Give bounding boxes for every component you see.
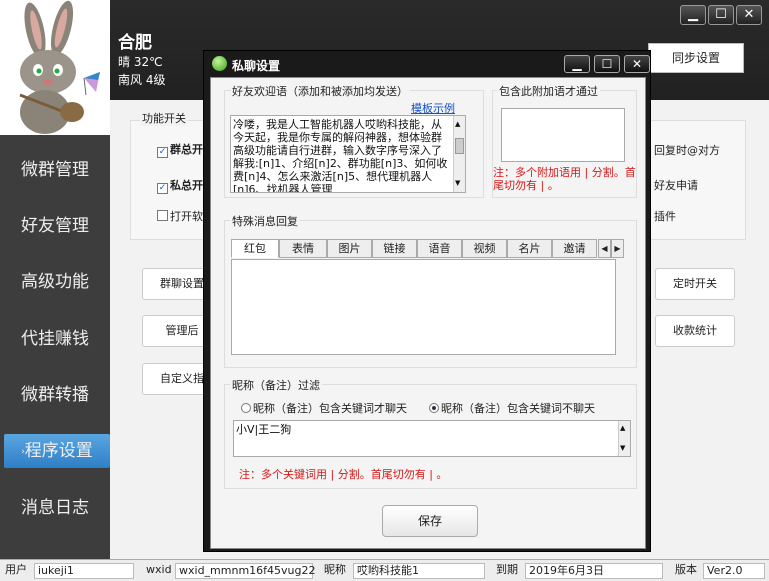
checkbox-empty-icon [157,210,168,221]
tab-emoji[interactable]: 表情 [279,239,327,258]
radio-exclude-chat[interactable]: 昵称（备注）包含关键词不聊天 [429,400,595,416]
sidebar-item-broadcast[interactable]: 微群转播 [0,375,110,415]
scroll-up-icon: ▲ [620,424,626,432]
user-label: 用户 [5,563,27,576]
welcome-scrollbar[interactable]: ▲ ▼ [453,116,465,192]
sidebar-item-group-manage[interactable]: 微群管理 [0,150,110,190]
dialog-maximize-button[interactable]: ☐ [594,55,620,73]
save-button[interactable]: 保存 [382,505,478,537]
user-value: iukeji1 [34,563,134,579]
addon-note: 注：多个附加语用 | 分割。首尾切勿有 | 。 [493,166,636,192]
dialog-close-button[interactable]: ✕ [624,55,650,73]
template-example-link[interactable]: 模板示例 [411,100,455,116]
wxid-label: wxid [146,563,172,576]
scroll-down-icon: ▼ [620,444,626,452]
payment-stats-button[interactable]: 收款统计 [655,315,735,347]
tab-image[interactable]: 图片 [327,239,372,258]
mascot-image [0,0,110,135]
nickname-value: 哎哟科技能1 [353,563,485,579]
tab-invite[interactable]: 邀请 [552,239,597,258]
expire-value: 2019年6月3日 [525,563,663,579]
tab-voice[interactable]: 语音 [417,239,462,258]
sidebar-item-friend-manage[interactable]: 好友管理 [0,206,110,246]
close-icon: ✕ [743,7,755,22]
sidebar: 微群管理 好友管理 高级功能 代挂赚钱 微群转播 ›程序设置 消息日志 [0,135,110,559]
close-button[interactable]: ✕ [736,5,762,25]
nickname-label: 昵称 [324,563,346,576]
scroll-up-icon: ▲ [455,120,461,128]
main-window: 合肥 晴 32℃ 南风 4级 ▁ ☐ ✕ 同步设置 微群管理 好友管理 高级功能… [0,0,769,581]
sync-settings-button[interactable]: 同步设置 [648,43,744,73]
addon-section-title: 包含此附加语才通过 [497,83,600,99]
weather-wind: 南风 4级 [118,73,166,87]
dialog-title: 私聊设置 [232,59,281,73]
sidebar-item-advanced[interactable]: 高级功能 [0,262,110,302]
radio-off-icon [241,403,251,413]
version-label: 版本 [675,563,697,576]
special-reply-title: 特殊消息回复 [230,213,300,229]
chevron-left-icon: ◀ [601,244,608,253]
minimize-icon: ▁ [688,7,698,22]
nickname-scrollbar[interactable]: ▲ ▼ [618,421,630,456]
special-reply-textarea[interactable] [231,259,616,355]
rabbit-mascot-icon [0,0,110,135]
special-tabs: 红包 表情 图片 链接 语音 视频 名片 邀请 ◀ ▶ [231,239,631,259]
nickname-note: 注：多个关键词用 | 分割。首尾切勿有 | 。 [239,468,448,481]
checkbox-checked-icon: ✓ [157,183,168,194]
chevron-right-icon: ▶ [614,244,621,253]
scroll-down-icon: ▼ [455,179,461,187]
private-chat-settings-dialog: 私聊设置 ▁ ☐ ✕ 好友欢迎语（添加和被添加均发送） 模板示例 冷喽，我是人工… [203,50,651,552]
open-soft-checkbox[interactable]: 打开软 [157,208,203,224]
nickname-filter-title: 昵称（备注）过滤 [230,377,322,393]
friend-request-option[interactable]: 好友申请 [654,177,698,193]
sidebar-item-label: 程序设置 [24,441,93,461]
app-logo-icon [212,56,227,71]
weather-temp: 晴 32℃ [118,55,163,69]
close-icon: ✕ [631,57,643,71]
maximize-icon: ☐ [601,57,613,71]
weather-city: 合肥 [118,33,152,53]
addon-textarea[interactable] [501,108,625,162]
scroll-thumb[interactable] [455,138,464,154]
minimize-icon: ▁ [572,57,582,71]
welcome-section-title: 好友欢迎语（添加和被添加均发送） [230,83,410,99]
tab-card[interactable]: 名片 [507,239,552,258]
minimize-button[interactable]: ▁ [680,5,706,25]
maximize-button[interactable]: ☐ [708,5,734,25]
dialog-minimize-button[interactable]: ▁ [564,55,590,73]
checkbox-checked-icon: ✓ [157,147,168,158]
radio-include-chat[interactable]: 昵称（备注）包含关键词才聊天 [241,400,407,416]
maximize-icon: ☐ [715,7,727,22]
tab-video[interactable]: 视频 [462,239,507,258]
plugin-option[interactable]: 插件 [654,208,676,224]
wxid-value: wxid_mmnm16f45vug22 [175,563,316,579]
feature-group-title: 功能开关 [140,110,188,126]
welcome-message-textarea[interactable]: 冷喽，我是人工智能机器人哎哟科技能，从今天起，我是你专属的解闷神器，想体验群高级… [230,115,466,193]
timer-switch-button[interactable]: 定时开关 [655,268,735,300]
sidebar-item-settings[interactable]: ›程序设置 [4,434,110,468]
tab-redpacket[interactable]: 红包 [231,239,279,258]
expire-label: 到期 [496,563,518,576]
tab-scroll-left-button[interactable]: ◀ [598,239,611,258]
status-bar: 用户 iukeji1 wxid wxid_mmnm16f45vug22 昵称 哎… [0,559,769,581]
group-master-checkbox[interactable]: ✓ 群总开 [157,141,203,158]
sidebar-item-hosting[interactable]: 代挂赚钱 [0,319,110,359]
sidebar-item-logs[interactable]: 消息日志 [0,488,110,528]
private-master-checkbox[interactable]: ✓ 私总开 [157,177,203,194]
radio-on-icon [429,403,439,413]
version-value: Ver2.0 [703,563,765,579]
tab-link[interactable]: 链接 [372,239,417,258]
reply-at-option[interactable]: 回复时@对方 [654,142,720,158]
nickname-keywords-textarea[interactable]: 小V|王二狗 ▲ ▼ [233,420,631,457]
dialog-body: 好友欢迎语（添加和被添加均发送） 模板示例 冷喽，我是人工智能机器人哎哟科技能，… [210,77,646,549]
tab-scroll-right-button[interactable]: ▶ [611,239,624,258]
